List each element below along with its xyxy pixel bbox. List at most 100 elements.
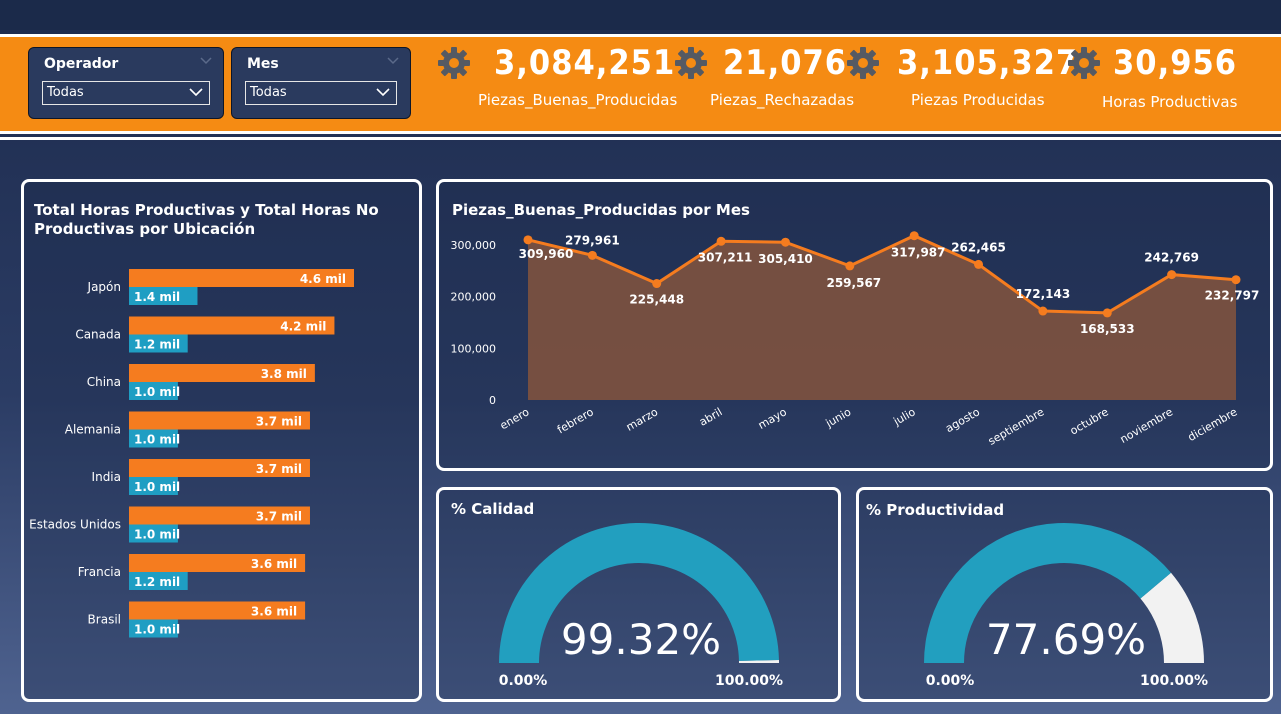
kpi-piezas-rechazadas-value: 21,076 (723, 43, 848, 83)
data-label: 317,987 (891, 246, 946, 260)
data-point[interactable] (845, 261, 855, 271)
x-tick-label: marzo (624, 405, 661, 434)
bar-productivas-label: 4.2 mil (280, 320, 326, 334)
bar-category-label: Brasil (88, 613, 121, 627)
slicer-operador-title: Operador (44, 56, 119, 72)
x-tick-label: septiembre (986, 405, 1047, 448)
data-point[interactable] (1102, 308, 1112, 318)
gauge-calidad-value: 99.32% (561, 615, 721, 664)
data-point[interactable] (974, 259, 984, 269)
line-chart: 300,000 200,000 100,000 0 309,960 enero 279,96… (451, 231, 1260, 448)
x-tick-label: diciembre (1186, 405, 1240, 444)
kpi-horas-productivas-label: Horas Productivas (1102, 93, 1238, 111)
bar-category-label: Francia (78, 565, 121, 579)
bar-productivas-label: 3.6 mil (251, 605, 297, 619)
bar-no-productivas-label: 1.0 mil (134, 528, 180, 542)
bar-no-productivas-label: 1.4 mil (134, 290, 180, 304)
gauge-calidad: 99.32% 0.00% 100.00% (499, 522, 783, 689)
data-point[interactable] (1231, 275, 1241, 285)
slicer-mes[interactable]: Mes Todas (231, 47, 411, 119)
kpi-piezas-buenas-label: Piezas_Buenas_Producidas (478, 91, 678, 109)
slicer-mes-dropdown[interactable]: Todas (245, 81, 397, 105)
y-tick-label: 0 (489, 394, 496, 407)
slicer-operador-dropdown[interactable]: Todas (42, 81, 210, 105)
data-point[interactable] (1038, 306, 1048, 316)
data-label: 225,448 (629, 293, 684, 307)
data-label: 262,465 (951, 240, 1006, 254)
data-label: 232,797 (1205, 289, 1260, 303)
kpi-piezas-producidas-label: Piezas Producidas (911, 91, 1045, 109)
bar-category-label: Estados Unidos (29, 518, 121, 532)
x-tick-label: agosto (943, 405, 982, 435)
bar-no-productivas-label: 1.0 mil (134, 433, 180, 447)
chevron-down-icon[interactable] (199, 54, 213, 68)
chevron-down-icon (376, 88, 390, 97)
bar-productivas-label: 4.6 mil (300, 272, 346, 286)
chevron-down-icon (189, 88, 203, 97)
data-point[interactable] (780, 237, 790, 247)
gear-icon (847, 47, 879, 79)
hbar-chart: Japón 4.6 mil 1.4 mil Canada 4.2 mil 1.2 mil C… (29, 269, 354, 638)
gauge-calidad-card: % Calidad 99.32% 0.00% 100.00% (436, 487, 841, 702)
line-chart-card: Piezas_Buenas_Producidas por Mes 300,000… (436, 179, 1273, 471)
y-tick-label: 200,000 (451, 291, 497, 304)
bar-productivas-label: 3.7 mil (256, 462, 302, 476)
bar-no-productivas-label: 1.0 mil (134, 623, 180, 637)
bar-category-label: Canada (75, 328, 121, 342)
data-label: 307,211 (698, 250, 753, 264)
data-point[interactable] (1167, 270, 1177, 280)
data-point[interactable] (523, 235, 533, 245)
data-label: 259,567 (826, 276, 881, 290)
y-tick-label: 300,000 (451, 239, 497, 252)
bar-productivas-label: 3.6 mil (251, 557, 297, 571)
kpi-horas-productivas-value: 30,956 (1113, 43, 1238, 83)
bar-category-label: India (92, 470, 121, 484)
x-tick-label: enero (498, 405, 532, 432)
bar-no-productivas-label: 1.2 mil (134, 338, 180, 352)
x-tick-label: mayo (756, 405, 789, 432)
x-tick-label: noviembre (1118, 405, 1176, 446)
slicer-operador[interactable]: Operador Todas (28, 47, 224, 119)
data-label: 309,960 (519, 247, 574, 261)
data-point[interactable] (909, 231, 919, 241)
y-tick-label: 100,000 (451, 342, 497, 355)
hbar-chart-card: Total Horas Productivas y Total Horas No… (21, 179, 422, 702)
bar-no-productivas-label: 1.0 mil (134, 385, 180, 399)
kpi-piezas-producidas-value: 3,105,327 (897, 43, 1079, 83)
gauge-calidad-min: 0.00% (499, 673, 548, 689)
gauge-productividad-min: 0.00% (926, 673, 975, 689)
chevron-down-icon[interactable] (386, 54, 400, 68)
bar-category-label: Japón (87, 280, 121, 294)
kpi-piezas-buenas-value: 3,084,251 (494, 43, 676, 83)
area-fill (528, 235, 1236, 400)
bar-no-productivas-label: 1.0 mil (134, 480, 180, 494)
bar-category-label: Alemania (65, 423, 121, 437)
x-tick-label: octubre (1068, 405, 1111, 437)
data-label: 242,769 (1144, 251, 1199, 265)
bar-no-productivas-label: 1.2 mil (134, 575, 180, 589)
gear-icon (675, 47, 707, 79)
separator-line (0, 137, 1281, 140)
bar-category-label: China (87, 375, 121, 389)
data-point[interactable] (587, 250, 597, 260)
data-label: 168,533 (1080, 322, 1135, 336)
gear-icon (1068, 47, 1100, 79)
bar-productivas-label: 3.8 mil (261, 367, 307, 381)
data-label: 172,143 (1016, 287, 1071, 301)
gauge-productividad: 77.69% 0.00% 100.00% (924, 523, 1208, 689)
slicer-operador-value: Todas (47, 85, 84, 100)
data-point[interactable] (652, 279, 662, 289)
x-tick-label: junio (823, 405, 854, 430)
gear-icon (438, 47, 470, 79)
x-tick-label: abril (697, 405, 725, 428)
data-point[interactable] (716, 236, 726, 246)
top-header-bar (0, 0, 1281, 30)
gauge-calidad-max: 100.00% (715, 673, 783, 689)
gauge-productividad-card: % Productividad 77.69% 0.00% 100.00% (856, 487, 1273, 702)
gauge-productividad-value: 77.69% (986, 615, 1146, 664)
gauge-productividad-max: 100.00% (1140, 673, 1208, 689)
x-tick-label: julio (891, 405, 918, 428)
data-label: 305,410 (758, 252, 813, 266)
kpi-banner: Operador Todas Mes Todas 3,084,251 Pieza… (0, 34, 1281, 134)
kpi-piezas-rechazadas-label: Piezas_Rechazadas (710, 91, 855, 109)
